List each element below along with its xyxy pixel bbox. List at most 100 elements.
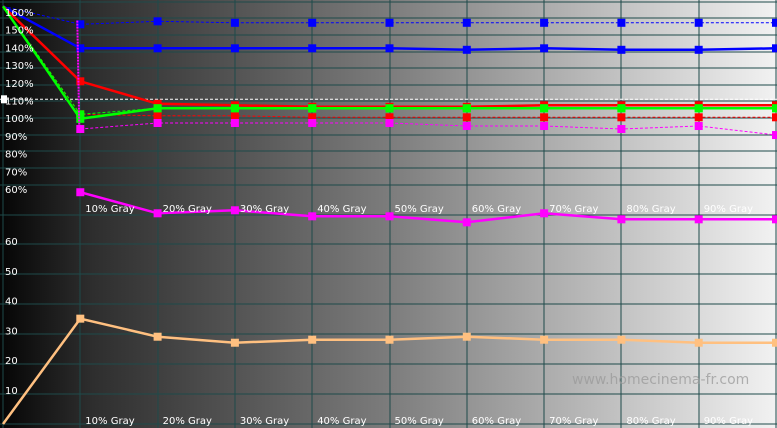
y-tick-label: 150% <box>5 26 34 37</box>
data-point <box>540 44 549 53</box>
data-point <box>385 335 394 344</box>
data-point <box>308 335 317 344</box>
data-point <box>230 111 239 120</box>
data-point <box>694 215 703 224</box>
data-point <box>772 215 777 224</box>
data-point <box>540 18 549 27</box>
data-point <box>617 335 626 344</box>
data-point <box>617 45 626 54</box>
data-point <box>694 45 703 54</box>
data-point <box>617 104 626 113</box>
data-point <box>772 104 777 113</box>
y-tick-label: 20 <box>5 356 18 367</box>
data-point <box>462 218 471 227</box>
y-tick-label: 70% <box>5 167 27 178</box>
data-point <box>153 17 162 26</box>
x-category-label: 90% Gray <box>704 204 753 215</box>
y-tick-label: 90% <box>5 132 27 143</box>
data-point <box>462 113 471 122</box>
data-point <box>617 125 626 134</box>
x-category-label: 60% Gray <box>472 204 521 215</box>
y-tick-label: 60% <box>5 185 27 196</box>
data-point <box>76 110 85 119</box>
data-point <box>230 206 239 215</box>
data-point <box>230 44 239 53</box>
x-category-label: 20% Gray <box>163 416 212 427</box>
data-point <box>772 44 777 53</box>
data-point <box>385 18 394 27</box>
data-point <box>230 18 239 27</box>
x-category-label: 40% Gray <box>317 416 366 427</box>
data-point <box>385 104 394 113</box>
data-point <box>153 111 162 120</box>
data-point <box>153 119 162 127</box>
data-point <box>308 212 317 221</box>
data-point <box>540 209 549 218</box>
data-point <box>76 314 85 323</box>
data-point <box>694 104 703 113</box>
data-point <box>308 119 317 127</box>
y-tick-label: 10 <box>5 386 18 397</box>
data-point <box>385 212 394 221</box>
data-point <box>617 18 626 27</box>
x-category-label: 80% Gray <box>626 416 675 427</box>
y-tick-label: 140% <box>5 43 34 54</box>
data-point <box>462 18 471 27</box>
data-point <box>308 104 317 113</box>
data-point <box>617 215 626 224</box>
y-tick-label: 40 <box>5 297 18 308</box>
data-point <box>540 335 549 344</box>
watermark: www.homecinema-fr.com <box>572 372 749 388</box>
x-category-label: 60% Gray <box>472 416 521 427</box>
x-category-label: 70% Gray <box>549 416 598 427</box>
data-point <box>462 332 471 341</box>
y-tick-label: 120% <box>5 79 34 90</box>
data-point <box>230 104 239 113</box>
data-point <box>540 113 549 122</box>
data-point <box>694 18 703 27</box>
data-point <box>230 119 239 127</box>
y-tick-label: 50 <box>5 267 18 278</box>
data-point <box>540 122 549 131</box>
data-point <box>617 113 626 122</box>
data-point <box>153 209 162 218</box>
data-point <box>462 104 471 113</box>
chart-svg: 160% 150% 140% 130% 120% 110% 100% 90% 80% 70% 60%… <box>0 0 777 428</box>
data-point <box>694 113 703 122</box>
data-point <box>76 188 85 197</box>
x-category-label: 30% Gray <box>240 204 289 215</box>
x-category-label: 10% Gray <box>85 416 134 427</box>
x-category-label: 40% Gray <box>317 204 366 215</box>
x-category-label: 30% Gray <box>240 416 289 427</box>
data-point <box>385 119 394 127</box>
x-category-label: 70% Gray <box>549 204 598 215</box>
x-category-label: 90% Gray <box>704 416 753 427</box>
data-point <box>462 122 471 131</box>
data-point <box>385 44 394 53</box>
data-point <box>772 338 777 347</box>
data-point <box>308 44 317 53</box>
y-tick-label: 30 <box>5 326 18 337</box>
x-category-label: 50% Gray <box>395 204 444 215</box>
data-point <box>153 332 162 341</box>
data-point <box>76 125 85 134</box>
data-point <box>462 45 471 54</box>
y-tick-label: 100% <box>5 114 34 125</box>
y-tick-label: 110% <box>5 97 34 108</box>
x-category-label: 50% Gray <box>395 416 444 427</box>
x-category-label: 10% Gray <box>85 204 134 215</box>
data-point <box>153 104 162 113</box>
y-tick-label: 130% <box>5 61 34 72</box>
data-point <box>153 44 162 53</box>
data-point <box>694 338 703 347</box>
data-point <box>694 122 703 131</box>
data-point <box>772 113 777 122</box>
data-point <box>772 131 777 140</box>
x-category-label: 20% Gray <box>163 204 212 215</box>
data-point <box>772 18 777 27</box>
data-point <box>308 18 317 27</box>
data-point <box>230 338 239 347</box>
y-tick-label: 80% <box>5 150 27 161</box>
x-category-label: 80% Gray <box>626 204 675 215</box>
y-tick-label: 160% <box>5 8 34 19</box>
